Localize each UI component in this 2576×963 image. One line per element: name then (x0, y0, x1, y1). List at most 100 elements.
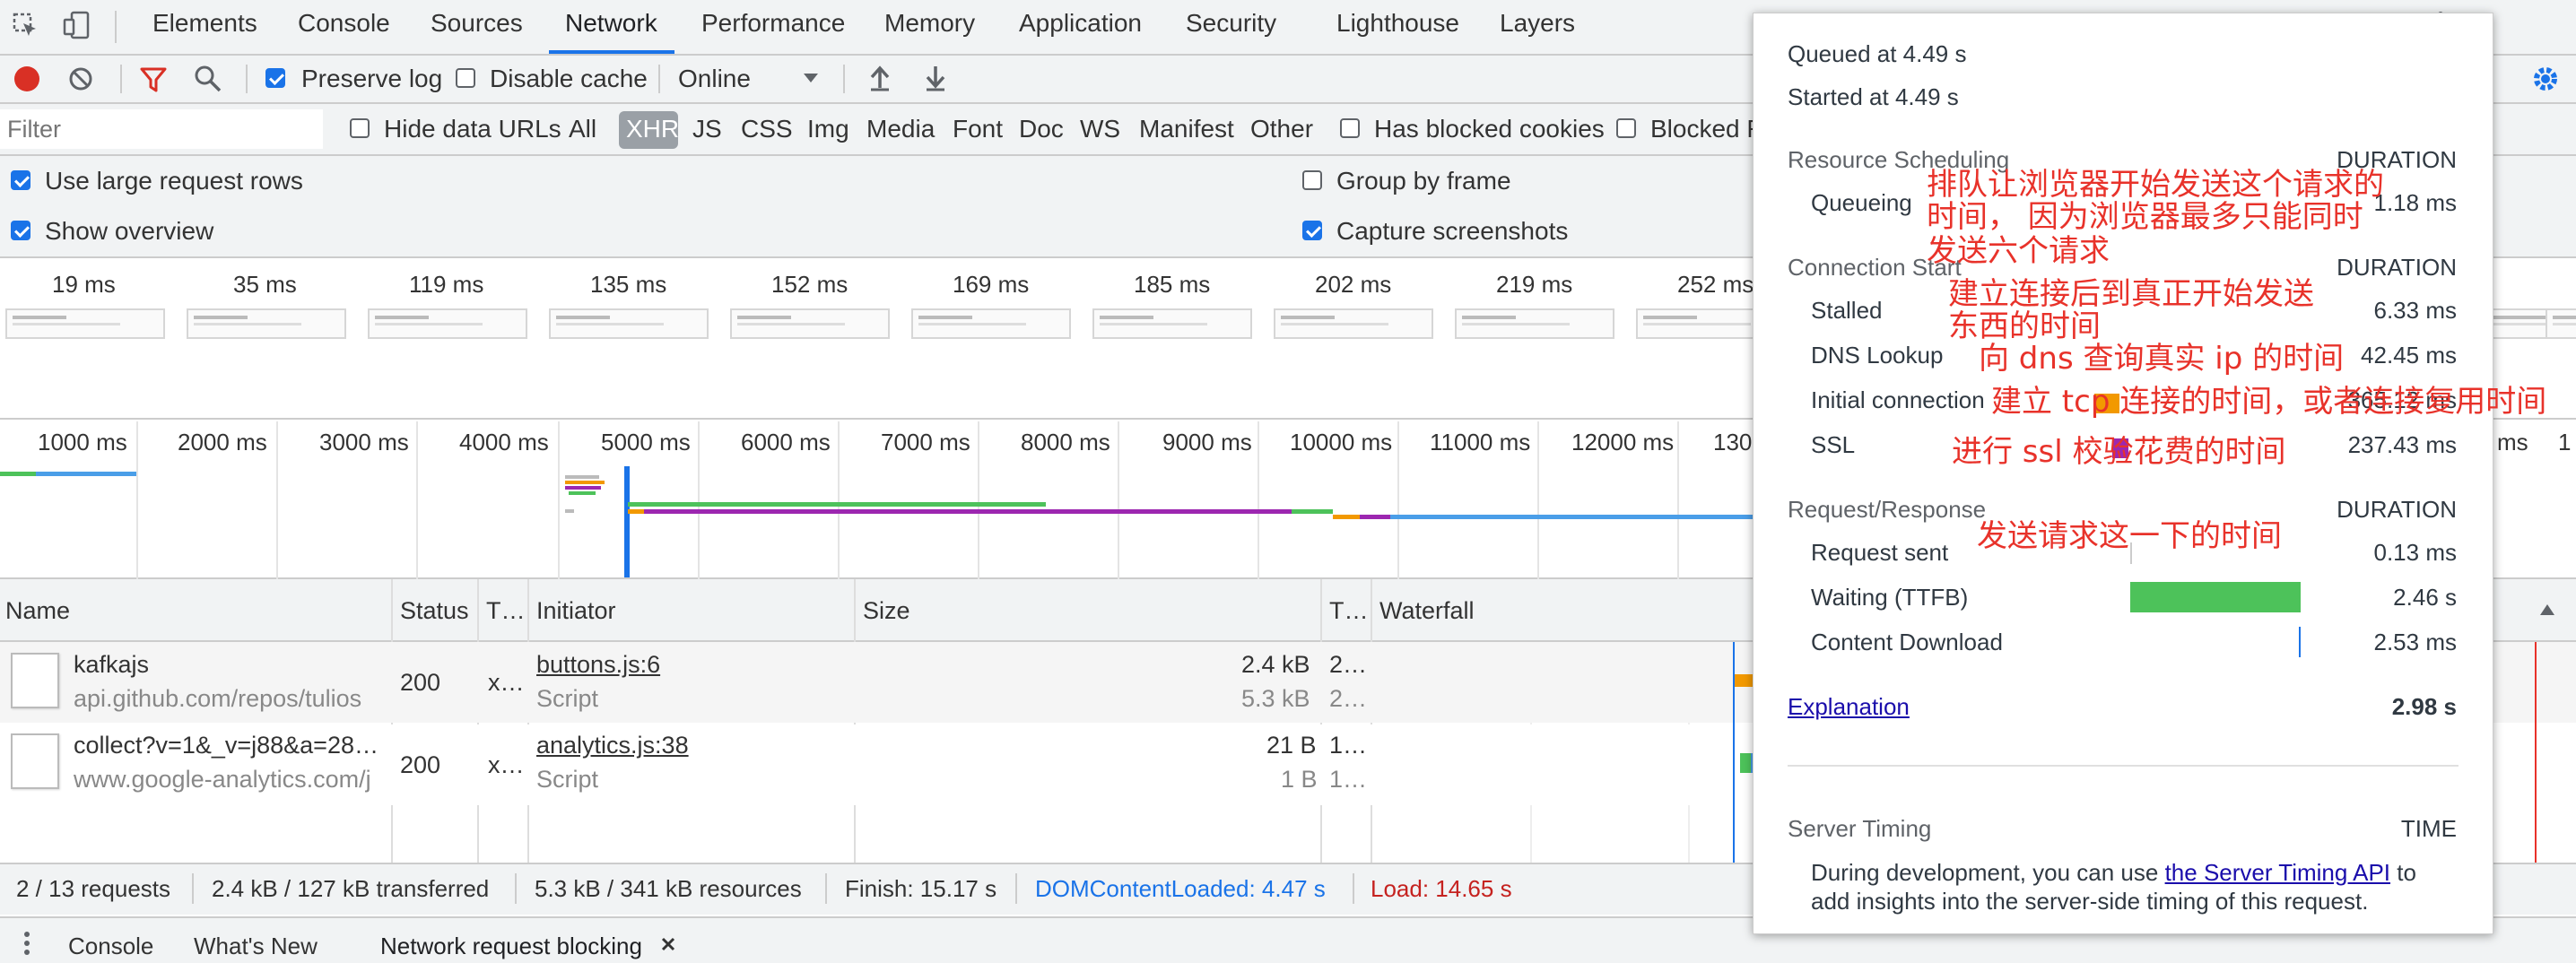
divider (1788, 765, 2459, 767)
preserve-log-checkbox[interactable] (265, 68, 285, 88)
import-har-icon[interactable] (868, 65, 892, 91)
chevron-down-icon[interactable] (802, 72, 820, 84)
queueing-value: 1.18 ms (2373, 189, 2458, 216)
tab-security[interactable]: Security (1186, 9, 1276, 38)
overview-gridline (136, 421, 138, 579)
duration-header: DURATION (2337, 254, 2457, 281)
overview-tick: 2000 ms (178, 429, 267, 455)
network-settings-icon[interactable] (2531, 65, 2560, 93)
request-name[interactable]: kafkajs (74, 651, 149, 679)
drawer-tab-console[interactable]: Console (68, 933, 153, 960)
filter-type-manifest[interactable]: Manifest (1139, 115, 1234, 143)
screenshot-thumbnail[interactable] (911, 308, 1071, 339)
overview-tick: 11000 ms (1430, 429, 1531, 455)
explanation-link[interactable]: Explanation (1788, 693, 1910, 721)
large-rows-checkbox[interactable] (11, 170, 30, 190)
filter-type-xhr[interactable]: XHR (626, 115, 679, 143)
section-request-response: Request/Response (1788, 496, 1987, 523)
tab-layers[interactable]: Layers (1500, 9, 1575, 38)
capture-screenshots-checkbox[interactable] (1302, 221, 1322, 240)
file-icon (11, 733, 59, 789)
filter-type-img[interactable]: Img (807, 115, 849, 143)
col-waterfall[interactable]: Waterfall (1379, 597, 1475, 625)
filter-type-js[interactable]: JS (692, 115, 722, 143)
screenshot-time: 169 ms (953, 271, 1030, 298)
overview-bar (565, 481, 605, 484)
request-initiator[interactable]: buttons.js:6 (536, 651, 660, 679)
tab-application[interactable]: Application (1019, 9, 1142, 38)
tab-memory[interactable]: Memory (884, 9, 975, 38)
request-time-secondary: 1… (1329, 766, 1368, 793)
inspect-element-icon[interactable] (13, 13, 38, 38)
overview-gridline (1258, 421, 1259, 579)
request-initiator[interactable]: analytics.js:38 (536, 732, 689, 759)
drawer-tab-whats-new[interactable]: What's New (194, 933, 318, 960)
screenshot-thumbnail[interactable] (368, 308, 527, 339)
show-overview-checkbox[interactable] (11, 221, 30, 240)
hide-data-urls-checkbox[interactable] (350, 118, 370, 138)
filter-type-font[interactable]: Font (953, 115, 1003, 143)
screenshot-thumbnail[interactable] (549, 308, 709, 339)
col-size[interactable]: Size (863, 597, 910, 625)
filter-input[interactable] (0, 109, 323, 149)
col-status[interactable]: Status (400, 597, 469, 625)
tab-lighthouse[interactable]: Lighthouse (1336, 9, 1459, 38)
clear-icon[interactable] (68, 66, 93, 91)
large-rows-label: Use large request rows (45, 167, 303, 195)
filter-type-media[interactable]: Media (866, 115, 935, 143)
screenshot-thumbnail[interactable] (187, 308, 346, 339)
search-icon[interactable] (194, 65, 222, 93)
request-size: 21 B (1266, 732, 1317, 759)
divider (120, 65, 122, 93)
divider (1015, 873, 1017, 904)
drawer-tab-request-blocking[interactable]: Network request blocking (380, 933, 642, 960)
overview-bar (1333, 515, 1360, 519)
col-name[interactable]: Name (5, 597, 70, 625)
tab-network-underline (549, 50, 674, 54)
server-timing-text: add insights into the server-side timing… (1811, 888, 2369, 915)
status-resources: 5.3 kB / 341 kB resources (535, 875, 802, 902)
annotation-request-sent: 发送请求这一下的时间 (1977, 518, 2282, 554)
filter-type-ws[interactable]: WS (1080, 115, 1120, 143)
col-time[interactable]: T… (1329, 597, 1369, 625)
filter-type-all[interactable]: All (569, 115, 596, 143)
has-blocked-cookies-checkbox[interactable] (1340, 118, 1360, 138)
group-by-frame-checkbox[interactable] (1302, 170, 1322, 190)
screenshot-thumbnail[interactable] (730, 308, 890, 339)
col-type[interactable]: T… (486, 597, 526, 625)
export-har-icon[interactable] (924, 65, 947, 91)
filter-type-other[interactable]: Other (1250, 115, 1313, 143)
overview-bar (565, 475, 599, 479)
filter-type-doc[interactable]: Doc (1019, 115, 1064, 143)
col-initiator[interactable]: Initiator (536, 597, 616, 625)
overview-bar (1360, 515, 1390, 519)
disable-cache-checkbox[interactable] (456, 68, 475, 88)
divider (658, 65, 660, 93)
overview-bar (565, 486, 601, 490)
tab-elements[interactable]: Elements (152, 9, 257, 38)
tab-sources[interactable]: Sources (431, 9, 523, 38)
throttle-select[interactable]: Online (678, 65, 751, 93)
tab-console[interactable]: Console (298, 9, 390, 38)
tab-performance[interactable]: Performance (701, 9, 845, 38)
screenshot-thumbnail[interactable] (1274, 308, 1433, 339)
screenshot-thumbnail[interactable] (2546, 308, 2576, 339)
close-tab-icon[interactable] (660, 936, 676, 952)
tab-network[interactable]: Network (565, 9, 657, 38)
screenshot-thumbnail[interactable] (1455, 308, 1614, 339)
server-timing-api-link[interactable]: the Server Timing API (2165, 859, 2390, 886)
filter-type-css[interactable]: CSS (741, 115, 793, 143)
request-time: 1… (1329, 732, 1368, 759)
request-type: x… (488, 751, 525, 778)
blocked-requests-checkbox[interactable] (1616, 118, 1636, 138)
record-icon[interactable] (14, 66, 39, 91)
sort-up-icon[interactable] (2538, 603, 2556, 617)
screenshot-thumbnail[interactable] (1092, 308, 1252, 339)
screenshot-thumbnail[interactable] (5, 308, 165, 339)
device-toolbar-icon[interactable] (63, 11, 90, 39)
request-sent-value: 0.13 ms (2373, 539, 2458, 566)
overview-tick: 8000 ms (1021, 429, 1110, 455)
drawer-menu-icon[interactable] (23, 931, 30, 958)
request-name[interactable]: collect?v=1&_v=j88&a=28… (74, 732, 379, 759)
filter-icon[interactable] (140, 66, 167, 93)
